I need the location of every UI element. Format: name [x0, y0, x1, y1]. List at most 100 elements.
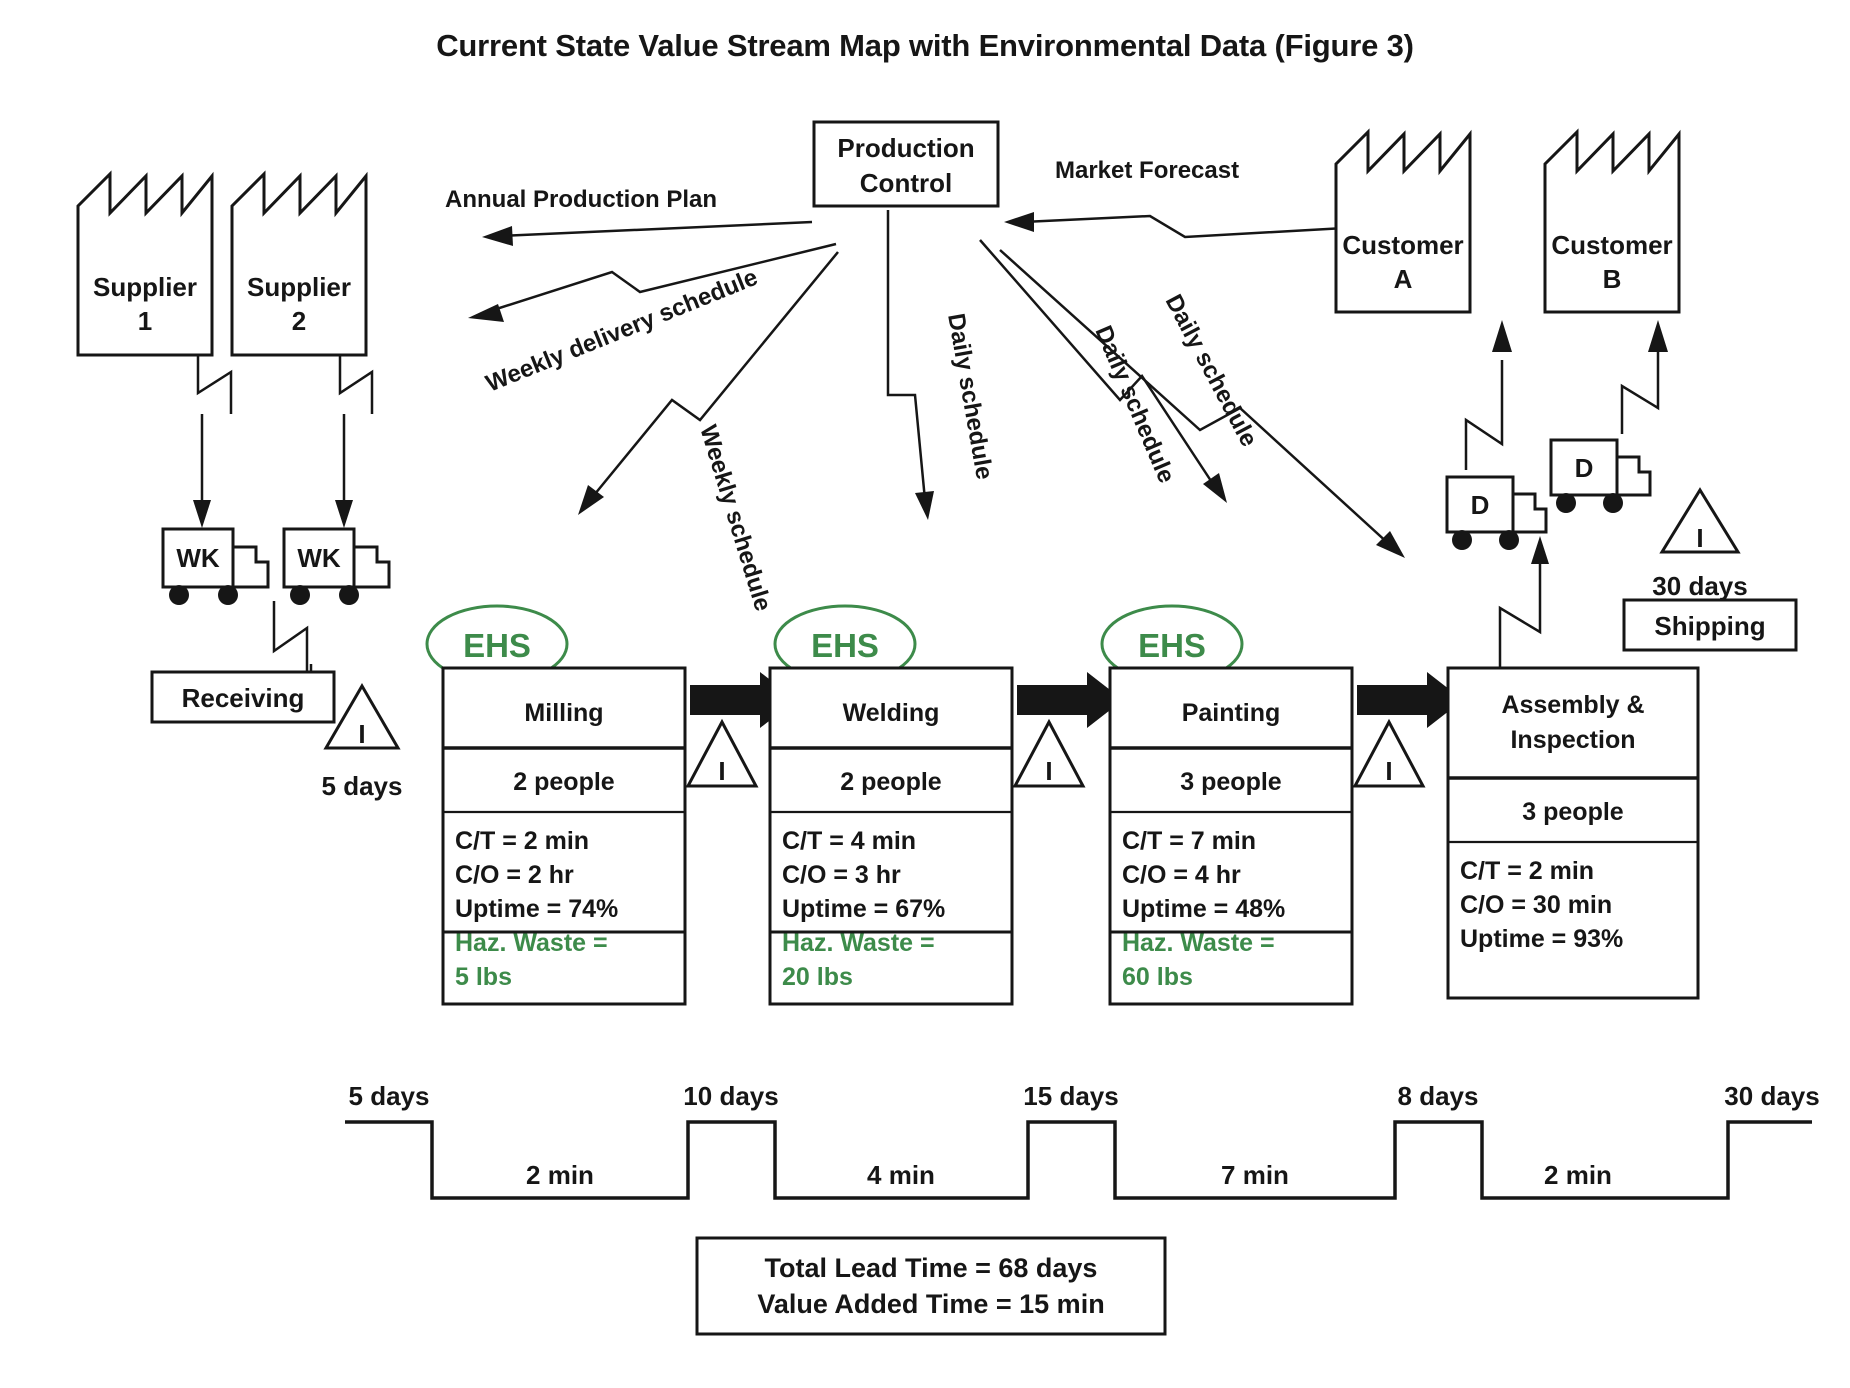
receiving-days: 5 days	[322, 771, 403, 801]
process-metric-co: C/O = 2 hr	[455, 861, 574, 889]
inventory-shipping: I 30 days	[1652, 487, 1748, 601]
shipment-to-customer-b	[1620, 320, 1668, 434]
shipment-to-customer-a	[1464, 320, 1512, 470]
value-added-label-3: 7 min	[1221, 1160, 1289, 1190]
page-title: Current State Value Stream Map with Envi…	[436, 28, 1414, 63]
inventory-painting-assembly: I	[1352, 718, 1426, 788]
value-stream-map-page: Current State Value Stream Map with Envi…	[0, 0, 1850, 1388]
process-metric-co: C/O = 4 hr	[1122, 861, 1241, 889]
lead-time-label-3: 15 days	[1023, 1081, 1118, 1111]
production-control-line1: Production	[837, 133, 974, 163]
value-added-label-2: 4 min	[867, 1160, 935, 1190]
truck-cab	[352, 545, 391, 589]
process-box-welding: Welding 2 people C/T = 4 min C/O = 3 hr …	[768, 666, 1014, 934]
shipping-days: 30 days	[1652, 571, 1747, 601]
inventory-icon: I	[1385, 756, 1392, 786]
truck-wheel	[218, 585, 238, 605]
process-metric-ct: C/T = 4 min	[782, 827, 916, 855]
inventory-icon: I	[718, 756, 725, 786]
flow-annual-production-plan: Annual Production Plan	[445, 186, 813, 246]
lead-time-label-1: 5 days	[349, 1081, 430, 1111]
process-box-milling: Milling 2 people C/T = 2 min C/O = 2 hr …	[441, 666, 687, 934]
customer-a-line2: A	[1394, 264, 1413, 294]
customer-a-line1: Customer	[1342, 230, 1463, 260]
flow-label: Daily schedule	[1089, 322, 1180, 487]
process-metric-ct: C/T = 2 min	[1460, 857, 1594, 885]
process-title: Welding	[843, 699, 940, 727]
truck-cab	[1511, 492, 1548, 534]
assembly-to-shipping-arrow	[1498, 536, 1549, 668]
flow-label: Market Forecast	[1055, 157, 1239, 184]
inventory-welding-painting: I	[1012, 718, 1086, 788]
process-people: 2 people	[840, 768, 942, 796]
process-metric-uptime: Uptime = 48%	[1122, 895, 1285, 923]
process-title: Painting	[1182, 699, 1281, 727]
value-stream-map-canvas: Current State Value Stream Map with Envi…	[76, 28, 1820, 1336]
flow-market-forecast: Market Forecast	[1004, 157, 1346, 239]
value-added-time: Value Added Time = 15 min	[757, 1289, 1104, 1319]
receiving-box: Receiving	[150, 670, 336, 724]
process-people: 3 people	[1180, 768, 1282, 796]
process-metric-ct: C/T = 7 min	[1122, 827, 1256, 855]
flow-label: Weekly schedule	[694, 422, 776, 614]
lead-time-label-4: 8 days	[1398, 1081, 1479, 1111]
process-metric-uptime: Uptime = 93%	[1460, 925, 1623, 953]
shipping-label: Shipping	[1654, 611, 1765, 641]
truck-wheel	[1556, 493, 1576, 513]
truck-wk-1: WK	[161, 527, 270, 605]
process-metric-haz-value: 60 lbs	[1122, 963, 1193, 991]
process-metric-haz-value: 5 lbs	[455, 963, 512, 991]
shipping-truck-1: D	[1445, 475, 1548, 550]
truck-wheel	[1452, 530, 1472, 550]
supplier-1-delivery-arrow	[193, 356, 233, 528]
supplier-2-label-line2: 2	[292, 306, 306, 336]
flow-daily-schedule-welding: Daily schedule	[886, 210, 998, 520]
flow-daily-schedule-painting: Daily schedule	[979, 239, 1227, 503]
process-metric-uptime: Uptime = 74%	[455, 895, 618, 923]
process-metric-uptime: Uptime = 67%	[782, 895, 945, 923]
supplier-1-label-line2: 1	[138, 306, 152, 336]
truck-cab	[1615, 455, 1652, 497]
customer-b-line1: Customer	[1551, 230, 1672, 260]
customer-a: Customer A	[1334, 128, 1472, 314]
process-title: Milling	[524, 699, 603, 727]
process-title-line1: Assembly &	[1501, 691, 1644, 719]
production-control-box: Production Control	[812, 120, 1000, 208]
value-added-label-4: 2 min	[1544, 1160, 1612, 1190]
supplier-2-label-line1: Supplier	[247, 272, 351, 302]
inventory-icon: I	[1045, 756, 1052, 786]
truck-wheel	[169, 585, 189, 605]
truck-label: WK	[176, 543, 220, 573]
process-metric-ct: C/T = 2 min	[455, 827, 589, 855]
process-people: 3 people	[1522, 798, 1624, 826]
supplier-2-delivery-arrow	[335, 356, 374, 528]
supplier-1-label-line1: Supplier	[93, 272, 197, 302]
inventory-milling-welding: I	[685, 718, 759, 788]
supplier-2: Supplier 2	[230, 170, 368, 357]
value-added-label-1: 2 min	[526, 1160, 594, 1190]
shipping-truck-2: D	[1549, 438, 1652, 513]
production-control-line2: Control	[860, 168, 952, 198]
process-metric-co: C/O = 3 hr	[782, 861, 901, 889]
ehs-label: EHS	[1138, 627, 1206, 664]
process-metric-co: C/O = 30 min	[1460, 891, 1612, 919]
truck-wheel	[339, 585, 359, 605]
truck-cab	[231, 545, 270, 589]
process-title-line2: Inspection	[1510, 726, 1635, 754]
truck-wk-2: WK	[282, 527, 391, 605]
process-box-painting: Painting 3 people C/T = 7 min C/O = 4 hr…	[1108, 666, 1354, 934]
inventory-icon: I	[358, 719, 365, 749]
ehs-label: EHS	[463, 627, 531, 664]
receiving-label: Receiving	[182, 683, 305, 713]
process-box-assembly-inspection: Assembly & Inspection 3 people C/T = 2 m…	[1446, 666, 1700, 1000]
truck-label: D	[1471, 490, 1490, 520]
summary-box: Total Lead Time = 68 days Value Added Ti…	[695, 1236, 1167, 1336]
customer-b-line2: B	[1603, 264, 1622, 294]
truck-label: D	[1575, 453, 1594, 483]
ehs-label: EHS	[811, 627, 879, 664]
truck-wheel	[1499, 530, 1519, 550]
shipping-box: Shipping	[1622, 598, 1798, 652]
truck-wheel	[1603, 493, 1623, 513]
supplier-1: Supplier 1	[76, 170, 214, 357]
process-people: 2 people	[513, 768, 615, 796]
